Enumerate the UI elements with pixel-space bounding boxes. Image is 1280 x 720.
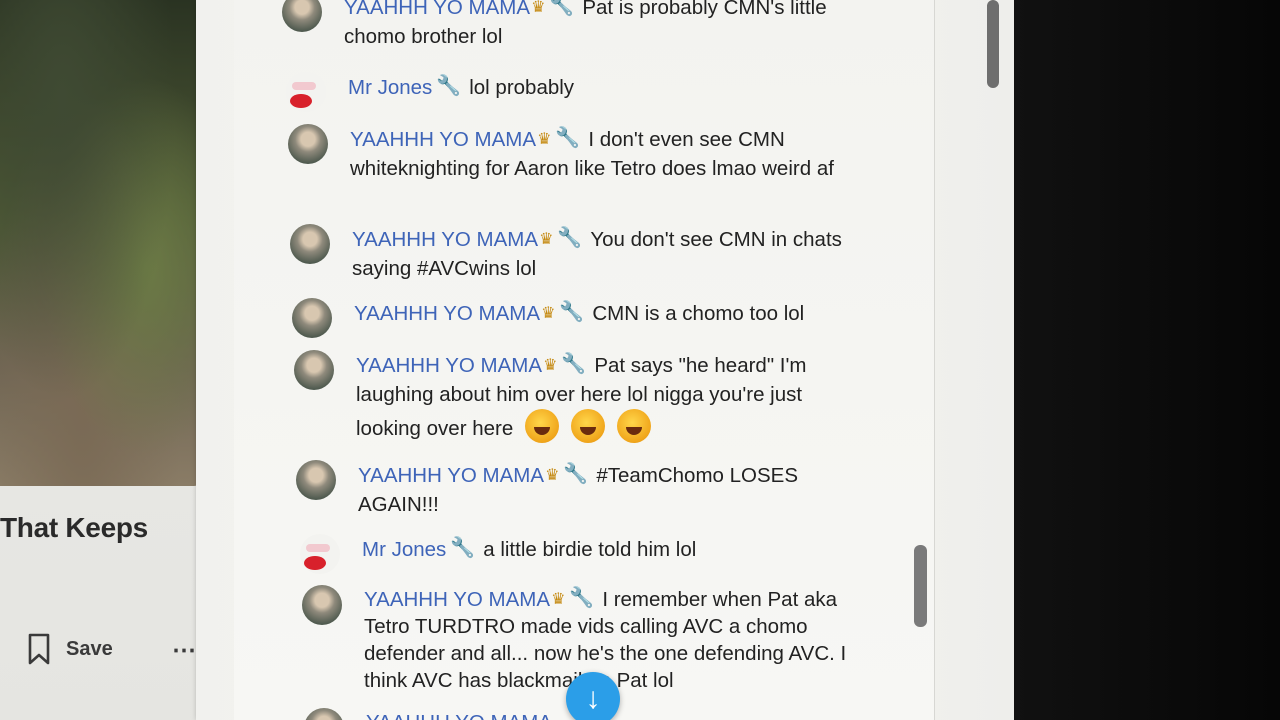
scroll-to-bottom-button[interactable]: ↓ [566, 672, 620, 720]
crown-icon: ♛ [551, 591, 566, 608]
crown-icon: ♛ [543, 357, 558, 374]
chat-message: YAAHHH YO MAMA♛ 🔧 Pat says "he heard" I'm … [294, 350, 856, 443]
chat-message: Mr Jones 🔧 a little birdie told him lol [300, 534, 902, 574]
rofl-emoji-icon [617, 409, 652, 443]
wrench-icon: 🔧 [450, 537, 476, 559]
chat-author[interactable]: Mr Jones [348, 76, 432, 99]
arrow-down-icon: ↓ [585, 682, 601, 715]
chat-author[interactable]: YAAHHH YO MAMA [356, 354, 542, 377]
chat-author[interactable]: YAAHHH YO MAMA [350, 128, 536, 151]
chat-message-text: lol probably [469, 76, 575, 99]
chat-author[interactable]: Mr Jones [362, 538, 446, 561]
wrench-icon: 🔧 [549, 0, 575, 17]
crown-icon: ♛ [545, 467, 560, 484]
rofl-emoji-icon [525, 409, 560, 443]
chat-message: YAAHHH YO MAMA♛ 🔧 CMN is a chomo too lol [292, 298, 894, 338]
chat-message: YAAHHH YO MAMA♛ 🔧 I don't even see CMN whi… [288, 124, 870, 183]
avatar[interactable] [294, 350, 334, 390]
chat-message: YAAHHH YO MAMA♛ 🔧 #TeamChomo LOSES AGAIN!!… [296, 460, 858, 519]
avatar[interactable] [290, 224, 330, 264]
chat-author[interactable]: YAAHHH YO MAMA [344, 0, 530, 19]
avatar[interactable] [292, 298, 332, 338]
rofl-emoji-icon [571, 409, 606, 443]
video-thumbnail[interactable] [0, 0, 208, 486]
crown-icon: ♛ [541, 305, 556, 322]
avatar[interactable] [288, 124, 328, 164]
avatar[interactable] [302, 585, 342, 625]
chat-author[interactable]: YAAHHH YO MAMA [354, 302, 540, 325]
chat-message-text: CMN is a chomo too lol [592, 302, 805, 325]
chat-author[interactable]: YAAHHH YO MAMA [364, 588, 550, 611]
video-title[interactable]: That Keeps [0, 512, 148, 544]
page-scrollbar[interactable] [987, 0, 999, 88]
chat-author[interactable]: YAAHHH YO MAMA [366, 711, 552, 720]
chat-author[interactable]: YAAHHH YO MAMA [358, 464, 544, 487]
avatar[interactable] [286, 72, 326, 112]
wrench-icon: 🔧 [559, 301, 585, 323]
avatar[interactable] [282, 0, 322, 32]
more-options-icon[interactable]: ⋯ [172, 636, 197, 665]
crown-icon: ♛ [537, 131, 552, 148]
avatar[interactable] [296, 460, 336, 500]
wrench-icon: 🔧 [555, 127, 581, 149]
wrench-icon: 🔧 [569, 587, 595, 609]
chat-author[interactable]: YAAHHH YO MAMA [352, 228, 538, 251]
wrench-icon: 🔧 [436, 75, 462, 97]
save-label: Save [66, 637, 113, 660]
wrench-icon: 🔧 [557, 227, 583, 249]
crown-icon: ♛ [531, 0, 546, 16]
wrench-icon: 🔧 [563, 463, 589, 485]
wrench-icon: 🔧 [561, 353, 587, 375]
chat-message: Mr Jones 🔧 lol probably [286, 72, 888, 112]
screen-bezel [1014, 0, 1280, 720]
bookmark-icon [28, 633, 50, 665]
chat-message: YAAHHH YO MAMA♛ 🔧 You don't see CMN in cha… [290, 224, 852, 283]
avatar[interactable] [300, 534, 340, 574]
crown-icon: ♛ [539, 231, 554, 248]
avatar[interactable] [304, 708, 344, 720]
chat-message-text: a little birdie told him lol [483, 538, 697, 561]
chat-scrollbar[interactable] [914, 545, 927, 627]
screen: That Keeps Save ⋯ YAAHHH YO MAMA♛ 🔧 Pat is… [0, 0, 1280, 720]
save-button[interactable]: Save [26, 632, 113, 666]
chat-message: YAAHHH YO MAMA♛ 🔧 Pat is probably CMN's li… [282, 0, 884, 51]
